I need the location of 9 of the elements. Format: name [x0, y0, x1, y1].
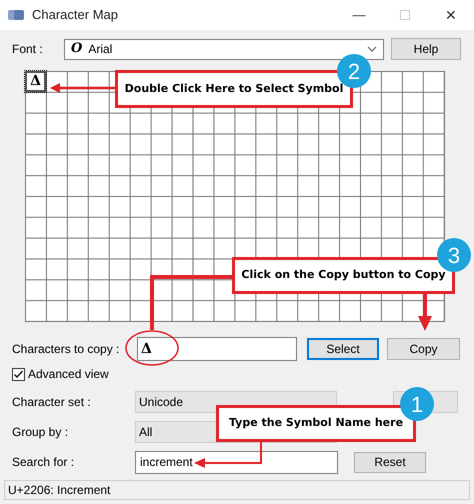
search-for-label: Search for :	[12, 454, 76, 471]
font-label: Font :	[12, 41, 44, 58]
group-by-label: Group by :	[12, 424, 70, 441]
characters-to-copy-label: Characters to copy :	[12, 341, 120, 358]
status-bar: U+2206: Increment	[4, 480, 470, 500]
window-title: Character Map	[32, 6, 118, 24]
advanced-view-label: Advanced view	[28, 366, 109, 383]
character-set-label: Character set :	[12, 394, 92, 411]
step-number-tooltip: 1	[400, 387, 434, 421]
